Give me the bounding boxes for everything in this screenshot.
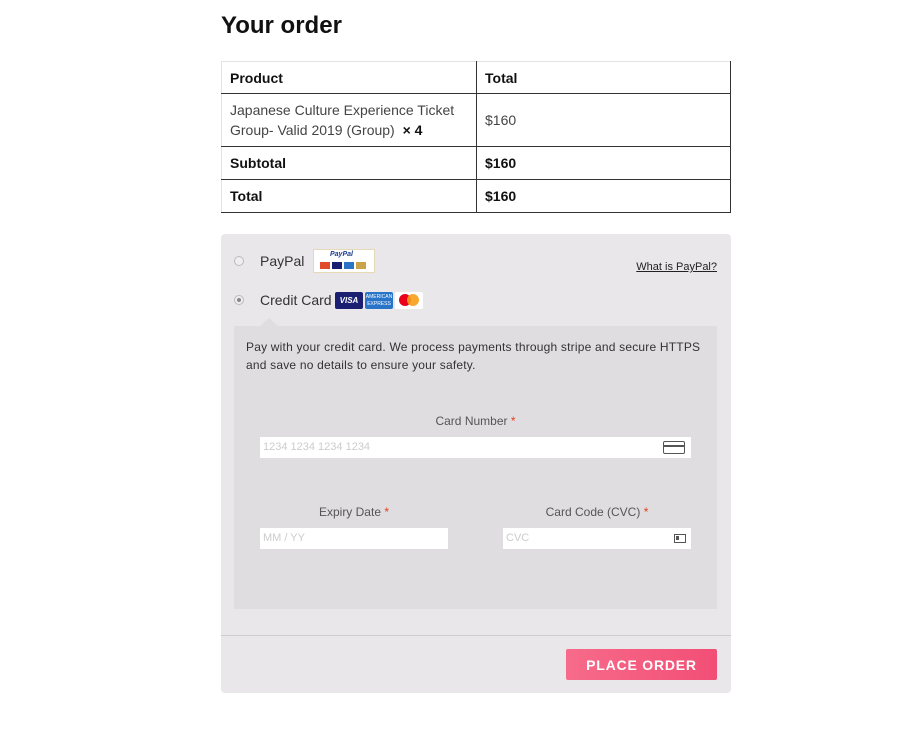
product-name-line1: Japanese Culture Experience Ticket xyxy=(230,102,455,118)
subtotal-row: Subtotal $160 xyxy=(221,146,731,180)
expiry-date-input[interactable]: MM / YY xyxy=(260,528,448,549)
page-title: Your order xyxy=(221,12,342,39)
header-product: Product xyxy=(221,61,477,94)
paypal-label[interactable]: PayPal xyxy=(260,253,304,269)
credit-card-box-pointer xyxy=(260,318,278,326)
order-table: Product Total Japanese Culture Experienc… xyxy=(221,61,731,213)
total-row: Total $160 xyxy=(221,179,731,213)
cvc-input[interactable]: CVC xyxy=(503,528,691,549)
expiry-date-label: Expiry Date * xyxy=(318,505,390,519)
what-is-paypal-link[interactable]: What is PayPal? xyxy=(636,261,717,273)
mastercard-logo-icon xyxy=(395,292,423,309)
paypal-logo-icon: PayPal xyxy=(313,249,375,273)
cvc-card-icon xyxy=(674,534,686,543)
credit-card-description: Pay with your credit card. We process pa… xyxy=(246,340,701,372)
card-number-label: Card Number * xyxy=(435,414,516,428)
credit-card-form: Pay with your credit card. We process pa… xyxy=(234,326,717,609)
product-cell: Japanese Culture Experience Ticket Group… xyxy=(221,93,477,147)
card-number-input[interactable]: 1234 1234 1234 1234 xyxy=(260,437,691,458)
subtotal-label: Subtotal xyxy=(221,146,477,180)
total-value: $160 xyxy=(476,179,731,213)
total-label: Total xyxy=(221,179,477,213)
divider xyxy=(221,635,731,636)
table-header-row: Product Total xyxy=(221,61,731,94)
credit-card-radio[interactable] xyxy=(234,295,244,305)
product-name: Japanese Culture Experience Ticket Group… xyxy=(230,100,468,140)
amex-logo-icon: AMERICAN EXPRESS xyxy=(365,292,393,309)
payment-section: PayPal PayPal What is PayPal? Credit Car… xyxy=(221,234,731,693)
paypal-radio[interactable] xyxy=(234,256,244,266)
product-total: $160 xyxy=(476,93,731,147)
table-row: Japanese Culture Experience Ticket Group… xyxy=(221,93,731,147)
credit-card-icon xyxy=(663,441,685,454)
header-total: Total xyxy=(476,61,731,94)
product-name-line2: Group- Valid 2019 (Group) xyxy=(230,122,395,138)
visa-logo-icon: VISA xyxy=(335,292,363,309)
credit-card-label[interactable]: Credit Card xyxy=(260,292,332,308)
place-order-button[interactable]: PLACE ORDER xyxy=(566,649,717,680)
product-quantity: × 4 xyxy=(402,122,423,138)
subtotal-value: $160 xyxy=(476,146,731,180)
cvc-label: Card Code (CVC) * xyxy=(545,505,649,519)
